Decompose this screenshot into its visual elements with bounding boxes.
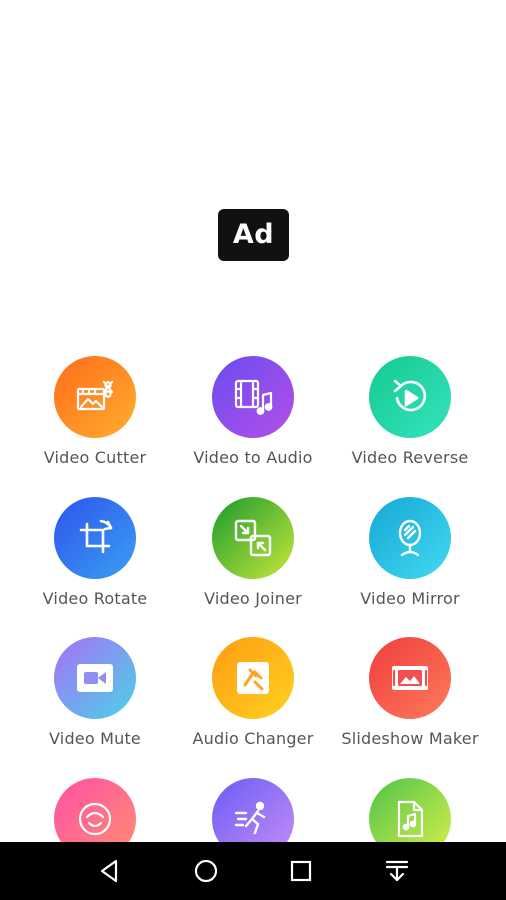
recents-square-icon	[290, 860, 312, 882]
notification-pull-icon	[385, 860, 409, 882]
tool-label: Video Joiner	[204, 589, 302, 608]
rotate-icon	[54, 497, 136, 579]
tool-video-to-audio[interactable]: Video to Audio	[169, 356, 337, 486]
tool-label: Video Mute	[49, 729, 141, 748]
tool-audio-changer[interactable]: Audio Changer	[169, 637, 337, 767]
tool-audio-file[interactable]	[326, 778, 494, 842]
tool-video-cutter[interactable]: Video Cutter	[11, 356, 179, 486]
system-navigation-bar	[0, 842, 506, 900]
ad-badge[interactable]: Ad	[218, 209, 289, 261]
tool-label: Audio Changer	[192, 729, 314, 748]
video-cutter-icon	[54, 356, 136, 438]
tool-label: Video to Audio	[193, 448, 313, 467]
slideshow-icon	[369, 637, 451, 719]
running-man-icon	[212, 778, 294, 842]
mirror-icon	[369, 497, 451, 579]
video-to-audio-icon	[212, 356, 294, 438]
tool-video-reverse[interactable]: Video Reverse	[326, 356, 494, 486]
tool-grid: Video Cutter Video to Audio Video Revers…	[0, 356, 506, 842]
tool-speed[interactable]	[169, 778, 337, 842]
nav-notifications-button[interactable]	[367, 842, 427, 900]
nav-back-button[interactable]	[80, 842, 140, 900]
tool-label: Video Reverse	[351, 448, 469, 467]
reverse-icon	[369, 356, 451, 438]
ad-banner-area[interactable]: Ad	[0, 0, 506, 330]
nav-home-button[interactable]	[176, 842, 236, 900]
tool-video-mirror[interactable]: Video Mirror	[326, 497, 494, 627]
joiner-icon	[212, 497, 294, 579]
tool-gif[interactable]	[11, 778, 179, 842]
back-triangle-icon	[100, 859, 118, 883]
gif-icon	[54, 778, 136, 842]
tool-slideshow-maker[interactable]: Slideshow Maker	[326, 637, 494, 767]
app-screen: Ad Video Cutter Video to Audio Video Rev…	[0, 0, 506, 900]
home-circle-icon	[194, 859, 218, 883]
tool-label: Video Rotate	[42, 589, 148, 608]
tool-video-joiner[interactable]: Video Joiner	[169, 497, 337, 627]
tool-label: Video Mirror	[360, 589, 460, 608]
mute-video-icon	[54, 637, 136, 719]
audio-changer-icon	[212, 637, 294, 719]
audio-file-icon	[369, 778, 451, 842]
tool-label: Video Cutter	[43, 448, 147, 467]
tool-video-mute[interactable]: Video Mute	[11, 637, 179, 767]
tool-label: Slideshow Maker	[341, 729, 479, 748]
tool-video-rotate[interactable]: Video Rotate	[11, 497, 179, 627]
nav-recents-button[interactable]	[271, 842, 331, 900]
